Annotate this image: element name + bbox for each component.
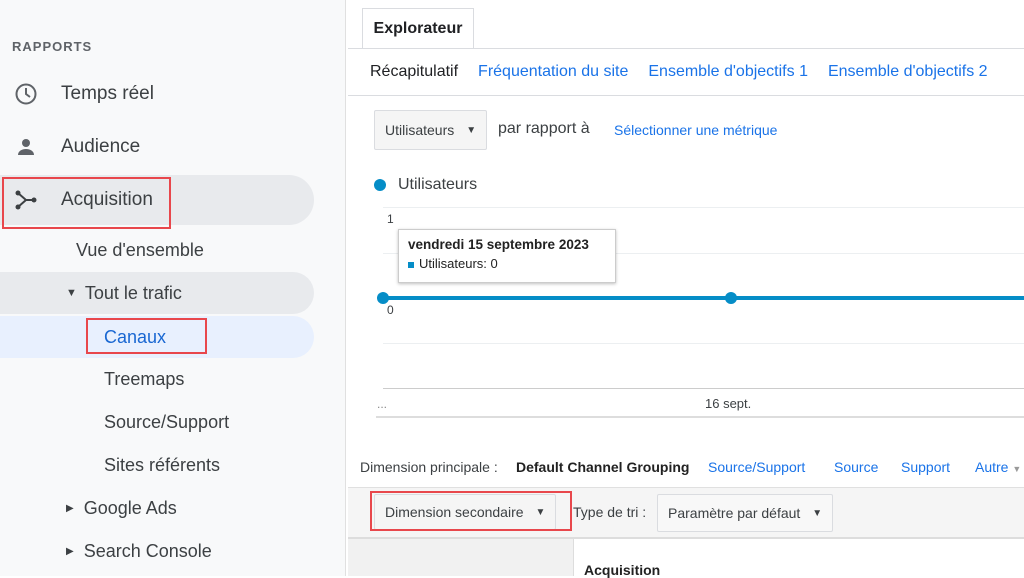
sidebar: RAPPORTS Temps réel Audience Acquisition… — [0, 0, 346, 576]
highlight-box — [370, 491, 572, 531]
nav-all-traffic[interactable]: ▼ Tout le trafic — [0, 272, 314, 314]
nav-search-console[interactable]: ▶ Search Console — [66, 531, 212, 571]
x-axis — [383, 388, 1024, 389]
caret-right-icon: ▶ — [66, 502, 74, 514]
sort-label: Type de tri : — [573, 504, 647, 520]
data-point[interactable] — [377, 292, 389, 304]
nav-label: Tout le trafic — [84, 282, 182, 303]
nav-label: Search Console — [83, 540, 212, 561]
nav-source-medium[interactable]: Source/Support — [104, 402, 229, 442]
sidebar-item-audience[interactable]: Audience — [0, 122, 314, 172]
dimension-other-label: Autre — [975, 459, 1009, 475]
highlight-box — [2, 177, 171, 229]
tooltip-date: vendredi 15 septembre 2023 — [408, 237, 589, 252]
data-point[interactable] — [725, 292, 737, 304]
metric-select-value: Utilisateurs — [385, 122, 455, 138]
chart-series-line — [377, 292, 1024, 304]
table-header-cell — [348, 539, 574, 576]
highlight-box — [86, 318, 207, 354]
legend-dot — [374, 179, 386, 191]
person-icon — [14, 135, 38, 159]
nav-treemaps[interactable]: Treemaps — [104, 359, 184, 399]
y-tick: 1 — [387, 212, 394, 226]
x-tick: 16 sept. — [705, 396, 752, 411]
sort-select[interactable]: Paramètre par défaut ▼ — [657, 494, 834, 532]
chart-bottom-border — [376, 416, 1024, 418]
dimension-source[interactable]: Source — [834, 459, 878, 475]
link-goal-set-1[interactable]: Ensemble d'objectifs 1 — [648, 63, 808, 81]
x-tick: ... — [377, 397, 388, 411]
caret-down-icon: ▼ — [812, 507, 823, 519]
section-heading: RAPPORTS — [12, 39, 93, 54]
tooltip-swatch — [408, 261, 414, 268]
dimension-label: Dimension principale : — [360, 459, 498, 475]
chart-tooltip: vendredi 15 septembre 2023 Utilisateurs:… — [398, 229, 616, 283]
nav-overview[interactable]: Vue d'ensemble — [76, 230, 204, 270]
gridline — [383, 207, 1024, 208]
link-site-usage[interactable]: Fréquentation du site — [478, 63, 628, 81]
tooltip-value: Utilisateurs: 0 — [419, 256, 498, 271]
sort-value: Paramètre par défaut — [668, 505, 801, 521]
dimension-source-medium[interactable]: Source/Support — [708, 459, 805, 475]
compare-label: par rapport à — [498, 120, 590, 137]
metric-select[interactable]: Utilisateurs ▼ — [374, 110, 488, 150]
nav-referrals[interactable]: Sites référents — [104, 445, 220, 485]
clock-icon — [14, 82, 38, 106]
tab-explorer[interactable]: Explorateur — [362, 8, 474, 48]
legend-label: Utilisateurs — [398, 176, 478, 193]
gridline — [383, 343, 1024, 344]
dimension-other[interactable]: Autre ▼ — [975, 459, 1021, 475]
sidebar-item-label: Temps réel — [61, 83, 154, 104]
link-summary[interactable]: Récapitulatif — [370, 63, 458, 81]
dimension-current: Default Channel Grouping — [516, 459, 690, 475]
select-metric-link[interactable]: Sélectionner une métrique — [614, 122, 777, 138]
sidebar-item-label: Audience — [61, 136, 141, 157]
nav-label: Google Ads — [83, 497, 177, 518]
caret-right-icon: ▶ — [66, 545, 74, 557]
caret-down-icon: ▼ — [66, 287, 77, 299]
caret-down-icon: ▼ — [466, 124, 477, 136]
nav-google-ads[interactable]: ▶ Google Ads — [66, 488, 177, 528]
link-goal-set-2[interactable]: Ensemble d'objectifs 2 — [828, 63, 988, 81]
sidebar-item-temps-reel[interactable]: Temps réel — [0, 69, 314, 119]
dimension-medium[interactable]: Support — [901, 459, 950, 475]
caret-down-icon: ▼ — [1012, 464, 1022, 474]
report-links: Récapitulatif Fréquentation du site Ense… — [348, 48, 1024, 96]
